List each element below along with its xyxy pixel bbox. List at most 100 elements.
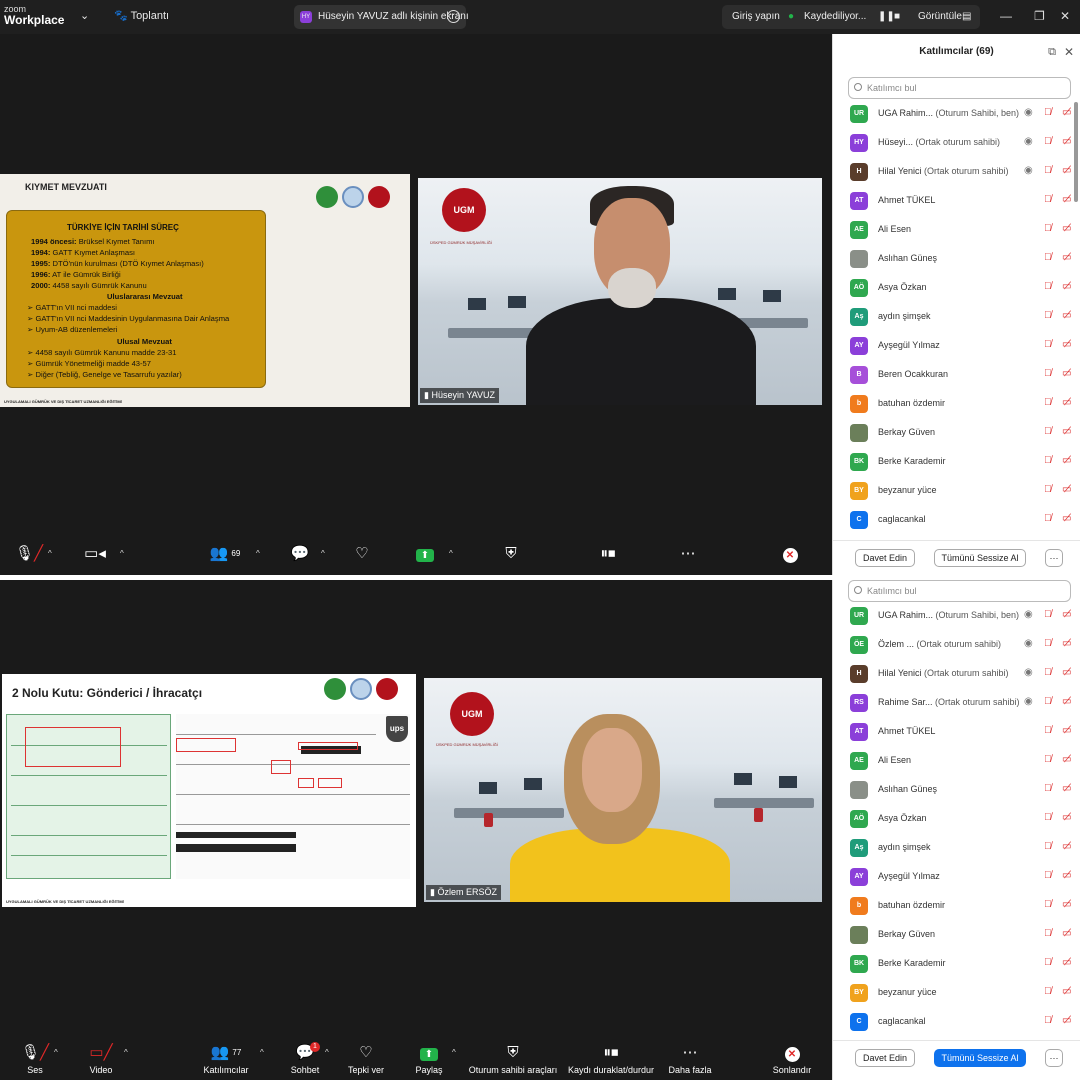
mic-muted-icon[interactable]: 🎙̸ [1044,696,1052,707]
participant-row[interactable]: ÖE Özlem ... (Ortak oturum sahibi) ◉ 🎙̸ ▭̸ [848,631,1076,659]
mic-muted-icon[interactable]: 🎙̸ [1044,368,1052,379]
caret-up-icon[interactable]: ^ [321,549,325,558]
chevron-down-icon[interactable]: ⌄ [80,9,89,22]
mic-muted-icon[interactable]: 🎙̸ [1044,223,1052,234]
participant-row[interactable]: H Hilal Yenici (Ortak oturum sahibi) ◉ 🎙̸ ▭̸ [848,158,1076,186]
mic-muted-icon[interactable]: 🎙̸ [1044,194,1052,205]
camera-off-icon[interactable]: ▭̸ [1062,194,1071,205]
mic-muted-icon[interactable]: 🎙̸ [1044,107,1052,118]
participant-row[interactable]: Berkay Güven 🎙̸ ▭̸ [848,921,1076,949]
participant-row[interactable]: Aslıhan Güneş 🎙̸ ▭̸ [848,776,1076,804]
camera-off-icon[interactable]: ▭̸ [1062,136,1071,147]
signin-button[interactable]: Giriş yapın [732,11,780,22]
camera-off-icon[interactable]: ▭̸ [1062,754,1071,765]
participant-row[interactable]: BY beyzanur yüce 🎙̸ ▭̸ [848,979,1076,1007]
camera-off-icon[interactable]: ▭̸ [1062,310,1071,321]
participant-row[interactable]: AT Ahmet TÜKEL 🎙̸ ▭̸ [848,718,1076,746]
audio-button[interactable]: 🎙╱ [0,545,64,563]
camera-off-icon[interactable]: ▭̸ [1062,368,1071,379]
host-tools-button[interactable]: ⛨ [476,545,546,563]
more-icon[interactable]: ··· [447,10,460,23]
participant-row[interactable]: HY Hüseyi... (Ortak oturum sahibi) ◉ 🎙̸ ▭̸ [848,129,1076,157]
camera-off-icon[interactable]: ▭̸ [1062,667,1071,678]
camera-off-icon[interactable]: ▭̸ [1062,870,1071,881]
participant-row[interactable]: Berkay Güven 🎙̸ ▭̸ [848,419,1076,447]
react-button[interactable]: ♡ Tepki ver [331,1044,401,1075]
mic-muted-icon[interactable]: 🎙̸ [1044,870,1052,881]
participant-row[interactable]: AY Ayşegül Yılmaz 🎙̸ ▭̸ [848,863,1076,891]
mic-muted-icon[interactable]: 🎙̸ [1044,281,1052,292]
participant-row[interactable]: AÖ Asya Özkan 🎙̸ ▭̸ [848,805,1076,833]
speaker-video[interactable]: UGM ÜSKPED GÜMRÜK MÜŞAVİRLİĞİ ▮ Özlem ER… [424,678,822,902]
participant-row[interactable]: UR UGA Rahim... (Oturum Sahibi, ben) ◉ 🎙̸ ▭̸ [848,602,1076,630]
invite-button[interactable]: Davet Edin [855,1049,915,1067]
end-button[interactable]: ✕ Sonlandır [757,1044,827,1075]
more-button[interactable]: ··· [1045,549,1063,567]
mic-muted-icon[interactable]: 🎙̸ [1044,667,1052,678]
caret-up-icon[interactable]: ^ [452,1048,456,1057]
participant-row[interactable]: AE Ali Esen 🎙̸ ▭̸ [848,747,1076,775]
camera-off-icon[interactable]: ▭̸ [1062,1015,1071,1026]
caret-up-icon[interactable]: ^ [48,549,52,558]
participant-row[interactable]: BY beyzanur yüce 🎙̸ ▭̸ [848,477,1076,505]
stop-icon[interactable]: ■ [894,11,900,22]
caret-up-icon[interactable]: ^ [120,549,124,558]
camera-off-icon[interactable]: ▭̸ [1062,223,1071,234]
speaker-video[interactable]: UGM ÜSKPED GÜMRÜK MÜŞAVİRLİĞİ ▮ Hüseyin … [418,178,822,405]
react-button[interactable]: ♡ [327,545,397,563]
camera-off-icon[interactable]: ▭̸ [1062,426,1071,437]
participant-row[interactable]: H Hilal Yenici (Ortak oturum sahibi) ◉ 🎙̸ ▭̸ [848,660,1076,688]
scrollbar[interactable] [1074,102,1078,202]
record-controls[interactable]: ⏸⏹ Kaydı duraklat/durdur [562,1044,660,1075]
mic-muted-icon[interactable]: 🎙̸ [1044,754,1052,765]
close-icon[interactable]: ✕ [1060,9,1070,23]
audio-button[interactable]: 🎙╱ Ses [0,1044,70,1075]
camera-off-icon[interactable]: ▭̸ [1062,484,1071,495]
close-icon[interactable]: ✕ [1064,45,1074,59]
invite-button[interactable]: Davet Edin [855,549,915,567]
popout-icon[interactable]: ⧉ [1048,46,1056,59]
participant-row[interactable]: AY Ayşegül Yılmaz 🎙̸ ▭̸ [848,332,1076,360]
participant-row[interactable]: BK Berke Karademir 🎙̸ ▭̸ [848,950,1076,978]
camera-off-icon[interactable]: ▭̸ [1062,252,1071,263]
mic-muted-icon[interactable]: 🎙̸ [1044,986,1052,997]
mic-muted-icon[interactable]: 🎙̸ [1044,455,1052,466]
participant-search[interactable]: Katılımcı bul [848,580,1071,602]
more-button[interactable]: ··· [1045,1049,1063,1067]
camera-off-icon[interactable]: ▭̸ [1062,397,1071,408]
camera-off-icon[interactable]: ▭̸ [1062,513,1071,524]
camera-off-icon[interactable]: ▭̸ [1062,696,1071,707]
participant-row[interactable]: Ccaglacankal 🎙̸ ▭̸ [848,1008,1076,1036]
participant-row[interactable]: b batuhan özdemir 🎙̸ ▭̸ [848,390,1076,418]
more-button[interactable]: ⋯ [653,545,723,563]
caret-up-icon[interactable]: ^ [260,1048,264,1057]
participant-row[interactable]: B Beren Ocakkuran 🎙̸ ▭̸ [848,361,1076,389]
caret-up-icon[interactable]: ^ [449,549,453,558]
more-button[interactable]: ⋯ Daha fazla [655,1044,725,1075]
mic-muted-icon[interactable]: 🎙̸ [1044,252,1052,263]
caret-up-icon[interactable]: ^ [256,549,260,558]
view-button[interactable]: Görüntüle [918,11,962,22]
record-controls[interactable]: ⏸⏹ [573,545,643,563]
mic-muted-icon[interactable]: 🎙̸ [1044,899,1052,910]
camera-off-icon[interactable]: ▭̸ [1062,725,1071,736]
camera-off-icon[interactable]: ▭̸ [1062,339,1071,350]
participant-row[interactable]: b batuhan özdemir 🎙̸ ▭̸ [848,892,1076,920]
camera-off-icon[interactable]: ▭̸ [1062,899,1071,910]
participant-row[interactable]: Aslıhan Güneş 🎙̸ ▭̸ [848,245,1076,273]
camera-off-icon[interactable]: ▭̸ [1062,928,1071,939]
mic-muted-icon[interactable]: 🎙̸ [1044,928,1052,939]
chat-button[interactable]: 💬 1 Sohbet [270,1042,340,1075]
participant-row[interactable]: AT Ahmet TÜKEL 🎙̸ ▭̸ [848,187,1076,215]
caret-up-icon[interactable]: ^ [54,1048,58,1057]
mic-muted-icon[interactable]: 🎙̸ [1044,339,1052,350]
participant-row[interactable]: AE Ali Esen 🎙̸ ▭̸ [848,216,1076,244]
mic-muted-icon[interactable]: 🎙̸ [1044,426,1052,437]
camera-off-icon[interactable]: ▭̸ [1062,609,1071,620]
mute-all-button[interactable]: Tümünü Sessize Al [934,1049,1026,1067]
camera-off-icon[interactable]: ▭̸ [1062,107,1071,118]
participants-button[interactable]: 👥 69 [190,545,260,563]
caret-up-icon[interactable]: ^ [124,1048,128,1057]
participant-row[interactable]: BK Berke Karademir 🎙̸ ▭̸ [848,448,1076,476]
mic-muted-icon[interactable]: 🎙̸ [1044,725,1052,736]
